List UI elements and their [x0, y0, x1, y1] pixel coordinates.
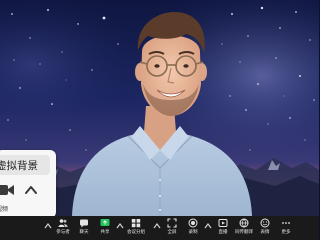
live-stream-icon — [218, 219, 228, 227]
meeting-window: 虚拟背景 视频 参与者 — [0, 0, 319, 240]
fullscreen-button[interactable]: 全屏 — [163, 218, 181, 238]
video-label: 视频 — [0, 206, 9, 213]
live-stream-label: 直播 — [218, 230, 228, 235]
virtual-background-option[interactable]: 虚拟背景 — [0, 155, 50, 175]
participants-icon — [58, 219, 68, 227]
record-button[interactable]: 录制 — [184, 218, 202, 238]
share-screen-button[interactable]: 共享 — [96, 218, 114, 238]
meeting-toolbar: 参与者 聊天 共享 会议分组 全屏 录制 直播 同传翻译 表情 更多 — [0, 216, 319, 240]
breakout-rooms-button[interactable]: 会议分组 — [127, 218, 145, 238]
live-stream-button[interactable]: 直播 — [214, 218, 232, 238]
more-label: 更多 — [281, 230, 291, 235]
background-effects-menu: 虚拟背景 视频 — [0, 150, 56, 218]
fullscreen-label: 全屏 — [167, 230, 177, 235]
chevron-up-icon[interactable] — [204, 222, 212, 230]
interpretation-label: 同传翻译 — [235, 230, 253, 235]
chevron-up-icon[interactable] — [153, 222, 161, 230]
chat-button[interactable]: 聊天 — [75, 218, 93, 238]
chat-icon — [80, 219, 88, 228]
breakout-rooms-label: 会议分组 — [127, 230, 145, 235]
share-label: 共享 — [100, 230, 110, 235]
interpretation-button[interactable]: 同传翻译 — [235, 218, 253, 238]
more-icon — [282, 222, 290, 224]
chat-label: 聊天 — [79, 230, 89, 235]
video-camera-icon[interactable] — [0, 180, 16, 200]
interpretation-icon — [239, 218, 249, 228]
participants-button[interactable]: 参与者 — [54, 218, 72, 238]
virtual-background-label: 虚拟背景 — [0, 159, 38, 172]
more-button[interactable]: 更多 — [277, 218, 295, 238]
participants-label: 参与者 — [56, 230, 70, 235]
reactions-label: 表情 — [260, 230, 270, 235]
fullscreen-icon — [167, 218, 177, 228]
chevron-up-icon[interactable] — [116, 222, 124, 230]
breakout-rooms-icon — [131, 219, 141, 228]
reactions-icon — [260, 218, 270, 228]
record-label: 录制 — [188, 230, 198, 235]
chevron-up-icon[interactable] — [24, 184, 38, 196]
chevron-up-icon[interactable] — [44, 222, 52, 230]
record-icon — [188, 218, 198, 228]
share-screen-icon — [100, 219, 110, 226]
reactions-button[interactable]: 表情 — [256, 218, 274, 238]
